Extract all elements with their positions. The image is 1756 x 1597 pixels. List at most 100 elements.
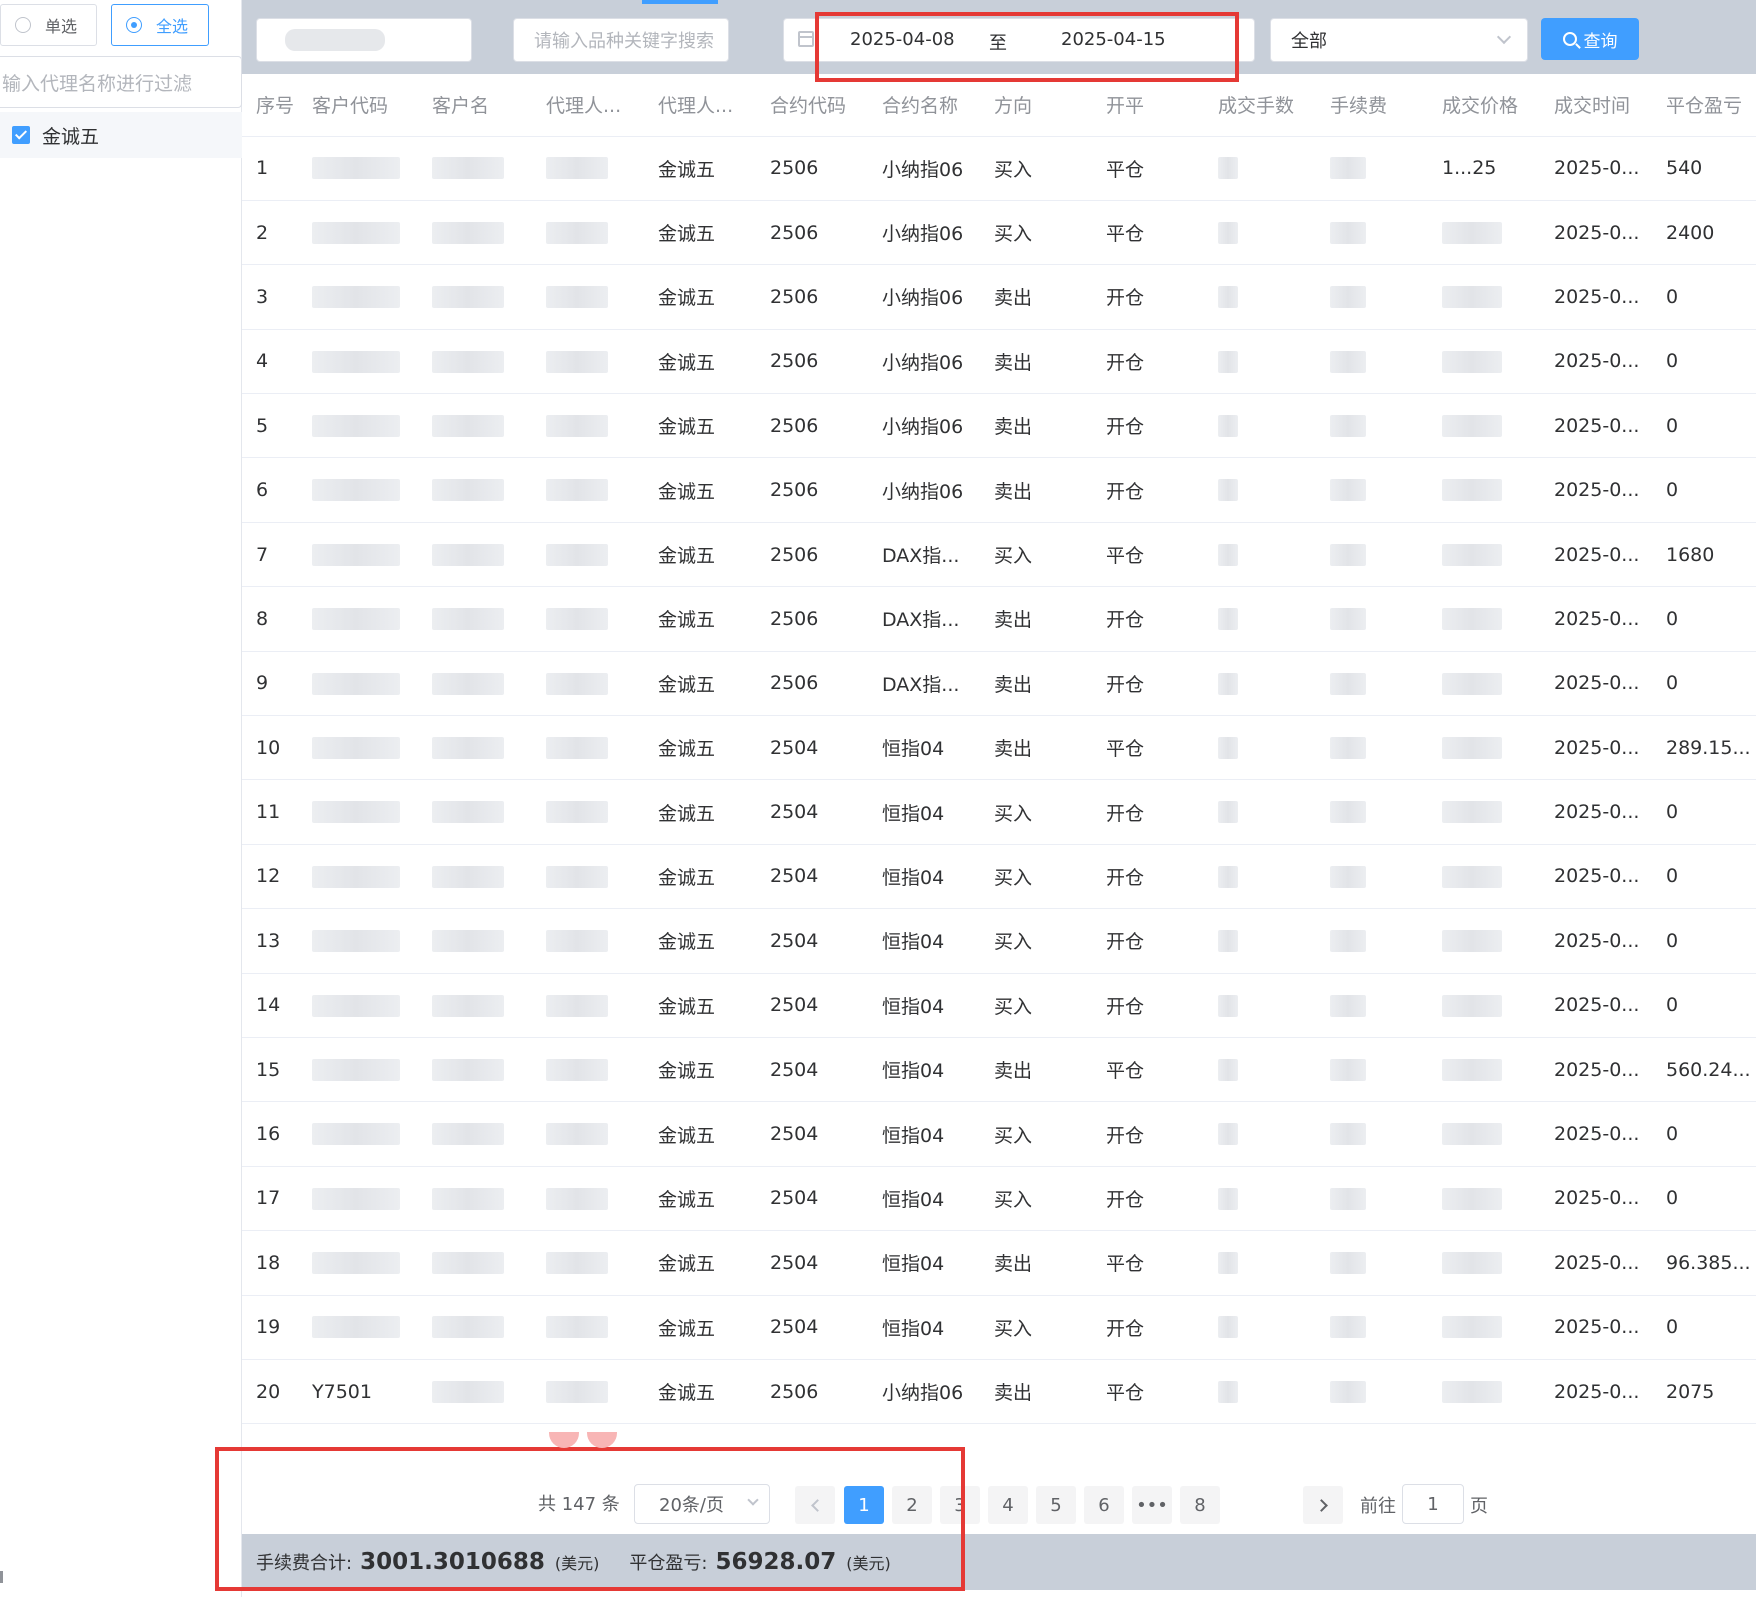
- table-row[interactable]: 12 金诚五 2504 恒指04 买入 开仓 2025-0... 0: [242, 844, 1756, 910]
- redacted-value: [1442, 1187, 1502, 1210]
- column-header[interactable]: 平仓盈亏: [1652, 74, 1756, 137]
- redacted-value: [432, 608, 504, 631]
- table-cell: 恒指04: [868, 1166, 980, 1232]
- table-cell: [1204, 779, 1316, 845]
- table-row[interactable]: 9 金诚五 2506 DAX指... 卖出 开仓 2025-0... 0: [242, 651, 1756, 717]
- table-row[interactable]: 4 金诚五 2506 小纳指06 卖出 开仓 2025-0... 0: [242, 329, 1756, 395]
- column-header[interactable]: 合约代码: [756, 74, 868, 137]
- redacted-value: [312, 543, 400, 566]
- table-cell: [1316, 908, 1428, 974]
- table-row[interactable]: 10 金诚五 2504 恒指04 卖出 平仓 2025-0... 289.15...: [242, 715, 1756, 781]
- column-header[interactable]: 成交价格: [1428, 74, 1540, 137]
- column-header[interactable]: 客户代码: [298, 74, 418, 137]
- table-cell: 2504: [756, 1295, 868, 1360]
- table-cell: 恒指04: [868, 1295, 980, 1360]
- redacted-value: [312, 221, 400, 244]
- table-cell: 小纳指06: [868, 264, 980, 330]
- table-cell: DAX指...: [868, 522, 980, 588]
- table-cell: 2506: [756, 329, 868, 395]
- table-cell: 18: [242, 1230, 298, 1296]
- table-cell: [1204, 136, 1316, 201]
- table-row[interactable]: 11 金诚五 2504 恒指04 买入 开仓 2025-0... 0: [242, 779, 1756, 845]
- column-header[interactable]: 客户名: [418, 74, 532, 137]
- table-row[interactable]: 2 金诚五 2506 小纳指06 买入 平仓 2025-0... 2400: [242, 200, 1756, 266]
- column-header[interactable]: 成交时间: [1540, 74, 1652, 137]
- redacted-value: [1218, 1380, 1238, 1403]
- table-cell: 平仓: [1092, 200, 1204, 266]
- table-cell: [1428, 908, 1540, 974]
- table-row[interactable]: 15 金诚五 2504 恒指04 卖出 平仓 2025-0... 560.24...: [242, 1037, 1756, 1103]
- table-cell: 买入: [980, 1101, 1092, 1167]
- table-cell: 3: [242, 264, 298, 330]
- redacted-value: [1330, 157, 1366, 180]
- redacted-value: [312, 608, 400, 631]
- table-cell: [1428, 522, 1540, 588]
- column-header[interactable]: 手续费: [1316, 74, 1428, 137]
- table-row[interactable]: 18 金诚五 2504 恒指04 卖出 平仓 2025-0... 96.385...: [242, 1230, 1756, 1296]
- column-header[interactable]: 序号: [242, 74, 298, 137]
- table-cell: 恒指04: [868, 779, 980, 845]
- column-header[interactable]: 代理人...: [532, 74, 644, 137]
- table-cell: 金诚五: [644, 457, 756, 523]
- table-row[interactable]: 20 Y7501 金诚五 2506 小纳指06 卖出 平仓 2025-0... 2075: [242, 1359, 1756, 1425]
- next-page-button[interactable]: [1303, 1486, 1343, 1524]
- page-button[interactable]: 6: [1084, 1486, 1124, 1524]
- goto-page-input[interactable]: 1: [1402, 1484, 1464, 1524]
- table-row[interactable]: 8 金诚五 2506 DAX指... 卖出 开仓 2025-0... 0: [242, 586, 1756, 652]
- category-select[interactable]: 全部: [1270, 18, 1528, 62]
- agent-tree-item[interactable]: 金诚五: [0, 112, 242, 158]
- table-row[interactable]: 5 金诚五 2506 小纳指06 卖出 开仓 2025-0... 0: [242, 393, 1756, 459]
- redacted-value: [546, 286, 608, 309]
- table-cell: 15: [242, 1037, 298, 1103]
- table-row[interactable]: 1 金诚五 2506 小纳指06 买入 平仓 1...25 2025-0... 540: [242, 136, 1756, 201]
- table-cell: [532, 522, 644, 588]
- table-row[interactable]: 6 金诚五 2506 小纳指06 卖出 开仓 2025-0... 0: [242, 457, 1756, 523]
- redacted-value: [1442, 608, 1502, 631]
- column-header[interactable]: 成交手数: [1204, 74, 1316, 137]
- table-row[interactable]: 7 金诚五 2506 DAX指... 买入 平仓 2025-0... 1680: [242, 522, 1756, 588]
- chevron-down-icon: [1496, 29, 1512, 45]
- column-header[interactable]: 合约名称: [868, 74, 980, 137]
- table-cell: 卖出: [980, 1359, 1092, 1425]
- table-row[interactable]: 17 金诚五 2504 恒指04 买入 开仓 2025-0... 0: [242, 1166, 1756, 1232]
- checkbox-checked-icon[interactable]: [12, 126, 30, 144]
- table-cell: 2025-0...: [1540, 844, 1652, 910]
- table-cell: 金诚五: [644, 522, 756, 588]
- redacted-value: [1330, 286, 1366, 309]
- table-cell: 平仓: [1092, 1037, 1204, 1103]
- table-row[interactable]: 16 金诚五 2504 恒指04 买入 开仓 2025-0... 0: [242, 1101, 1756, 1167]
- table-cell: 0: [1652, 779, 1756, 845]
- keyword-search-input[interactable]: 请输入品种关键字搜索: [513, 18, 729, 62]
- column-header[interactable]: 方向: [980, 74, 1092, 137]
- table-row[interactable]: 13 金诚五 2504 恒指04 买入 开仓 2025-0... 0: [242, 908, 1756, 974]
- scroll-handle[interactable]: [0, 1571, 3, 1583]
- table-cell: [1316, 329, 1428, 395]
- table-cell: [1316, 393, 1428, 459]
- table-cell: 恒指04: [868, 973, 980, 1038]
- table-cell: 14: [242, 973, 298, 1038]
- table-row[interactable]: 3 金诚五 2506 小纳指06 卖出 开仓 2025-0... 0: [242, 264, 1756, 330]
- table-cell: [418, 973, 532, 1038]
- table-cell: 6: [242, 457, 298, 523]
- column-header[interactable]: 代理人...: [644, 74, 756, 137]
- table-cell: [298, 393, 418, 459]
- page-button[interactable]: 4: [988, 1486, 1028, 1524]
- redacted-value: [1218, 543, 1238, 566]
- table-cell: [1316, 715, 1428, 781]
- table-row[interactable]: 19 金诚五 2504 恒指04 买入 开仓 2025-0... 0: [242, 1295, 1756, 1360]
- customer-search-input[interactable]: [256, 18, 472, 62]
- radio-single-select[interactable]: 单选: [0, 4, 97, 46]
- table-cell: [1428, 393, 1540, 459]
- page-ellipsis[interactable]: •••: [1132, 1486, 1172, 1524]
- radio-select-all[interactable]: 全选: [111, 4, 209, 46]
- redacted-value: [546, 672, 608, 695]
- table-row[interactable]: 14 金诚五 2504 恒指04 买入 开仓 2025-0... 0: [242, 973, 1756, 1038]
- selection-mode-group: 单选 全选: [0, 4, 242, 46]
- page-button[interactable]: 5: [1036, 1486, 1076, 1524]
- agent-filter-input[interactable]: 输入代理名称进行过滤: [0, 56, 242, 108]
- redacted-value: [546, 1316, 608, 1339]
- query-button[interactable]: 查询: [1541, 18, 1639, 60]
- column-header[interactable]: 开平: [1092, 74, 1204, 137]
- page-button[interactable]: 8: [1180, 1486, 1220, 1524]
- table-cell: [532, 586, 644, 652]
